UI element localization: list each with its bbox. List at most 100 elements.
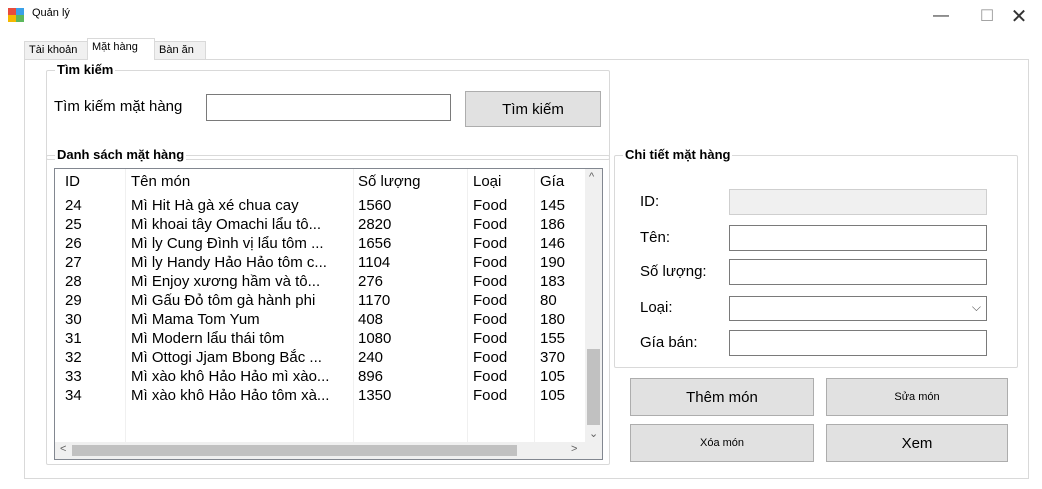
delete-item-button[interactable]: Xóa món — [630, 424, 814, 462]
table-row[interactable]: 26 Mì ly Cung Đình vị lẩu tôm ... 1656 F… — [55, 234, 587, 253]
view-items-button[interactable]: Xem — [826, 424, 1008, 462]
cell-id: 30 — [65, 311, 82, 328]
edit-item-button[interactable]: Sửa món — [826, 378, 1008, 416]
cell-quantity: 2820 — [358, 216, 392, 233]
type-select[interactable]: ⌵ — [729, 296, 987, 321]
cell-id: 34 — [65, 387, 82, 404]
cell-name: Mì Ottogi Jjam Bbong Bắc ... — [131, 349, 322, 366]
cell-type: Food — [473, 292, 508, 309]
column-header-price[interactable]: Gía — [540, 172, 585, 191]
cell-name: Mì Modern lẩu thái tôm — [131, 330, 285, 347]
id-field[interactable] — [729, 189, 987, 215]
cell-name: Mì Enjoy xương hầm và tô... — [131, 273, 321, 290]
cell-price: 146 — [540, 235, 566, 252]
column-header-quantity[interactable]: Số lượng — [358, 172, 468, 191]
cell-id: 28 — [65, 273, 82, 290]
cell-price: 186 — [540, 216, 566, 233]
cell-name: Mì ly Handy Hảo Hảo tôm c... — [131, 254, 327, 271]
list-group-title: Danh sách mặt hàng — [55, 147, 187, 162]
items-listview[interactable]: ID Tên món Số lượng Loại Gía 24 Mì Hit H… — [54, 168, 603, 460]
cell-id: 26 — [65, 235, 82, 252]
cell-price: 105 — [540, 387, 566, 404]
name-label: Tên: — [640, 229, 671, 246]
cell-price: 80 — [540, 292, 557, 309]
price-field[interactable] — [729, 330, 987, 356]
search-group-title: Tìm kiếm — [55, 62, 116, 77]
horizontal-scroll-thumb[interactable] — [72, 445, 517, 456]
table-row[interactable]: 27 Mì ly Handy Hảo Hảo tôm c... 1104 Foo… — [55, 253, 587, 272]
cell-quantity: 1104 — [358, 254, 391, 271]
cell-id: 33 — [65, 368, 82, 385]
cell-id: 31 — [65, 330, 82, 347]
table-row[interactable]: 31 Mì Modern lẩu thái tôm 1080 Food 155 — [55, 329, 587, 348]
cell-name: Mì khoai tây Omachi lẩu tô... — [131, 216, 322, 233]
cell-type: Food — [473, 368, 508, 385]
column-header-type[interactable]: Loại — [473, 172, 535, 191]
cell-quantity: 276 — [358, 273, 384, 290]
cell-name: Mì Hit Hà gà xé chua cay — [131, 197, 299, 214]
quantity-field[interactable] — [729, 259, 987, 285]
chevron-down-icon[interactable]: ⌵ — [972, 300, 981, 315]
price-label: Gía bán: — [640, 334, 698, 351]
cell-name: Mì xào khô Hảo Hảo tôm xà... — [131, 387, 330, 404]
list-header: ID Tên món Số lượng Loại Gía — [55, 172, 587, 191]
cell-price: 190 — [540, 254, 566, 271]
cell-type: Food — [473, 311, 508, 328]
cell-type: Food — [473, 349, 508, 366]
tab-mat-hang[interactable]: Mặt hàng — [87, 38, 155, 60]
scroll-right-icon[interactable]: > — [571, 443, 577, 455]
cell-quantity: 1656 — [358, 235, 392, 252]
cell-type: Food — [473, 235, 508, 252]
cell-name: Mì ly Cung Đình vị lẩu tôm ... — [131, 235, 324, 252]
column-header-name[interactable]: Tên món — [131, 172, 351, 191]
type-label: Loại: — [640, 299, 673, 316]
close-button[interactable]: ✕ — [996, 0, 1042, 32]
scroll-up-icon[interactable]: ^ — [589, 171, 594, 183]
cell-quantity: 1560 — [358, 197, 392, 214]
table-row[interactable]: 33 Mì xào khô Hảo Hảo mì xào... 896 Food… — [55, 367, 587, 386]
cell-type: Food — [473, 254, 508, 271]
minimize-button[interactable]: — — [918, 0, 964, 32]
window-title: Quản lý — [32, 7, 70, 19]
vertical-scrollbar[interactable]: ^ ⌄ — [585, 169, 602, 443]
horizontal-scrollbar[interactable]: < > — [55, 442, 587, 459]
add-item-button[interactable]: Thêm món — [630, 378, 814, 416]
search-input[interactable] — [206, 94, 451, 121]
cell-quantity: 896 — [358, 368, 384, 385]
cell-price: 145 — [540, 197, 566, 214]
table-row[interactable]: 29 Mì Gấu Đỏ tôm gà hành phi 1170 Food 8… — [55, 291, 587, 310]
table-row[interactable]: 30 Mì Mama Tom Yum 408 Food 180 — [55, 310, 587, 329]
cell-price: 105 — [540, 368, 566, 385]
vertical-scroll-thumb[interactable] — [587, 349, 600, 425]
cell-quantity: 1170 — [358, 292, 391, 309]
table-row[interactable]: 32 Mì Ottogi Jjam Bbong Bắc ... 240 Food… — [55, 348, 587, 367]
cell-quantity: 240 — [358, 349, 384, 366]
name-field[interactable] — [729, 225, 987, 251]
cell-id: 24 — [65, 197, 82, 214]
tab-ban-an[interactable]: Bàn ăn — [154, 41, 206, 59]
search-button[interactable]: Tìm kiếm — [465, 91, 601, 127]
cell-price: 155 — [540, 330, 566, 347]
cell-id: 27 — [65, 254, 82, 271]
cell-quantity: 1350 — [358, 387, 392, 404]
cell-type: Food — [473, 216, 508, 233]
cell-id: 29 — [65, 292, 82, 309]
cell-name: Mì Mama Tom Yum — [131, 311, 260, 328]
table-row[interactable]: 25 Mì khoai tây Omachi lẩu tô... 2820 Fo… — [55, 215, 587, 234]
table-row[interactable]: 28 Mì Enjoy xương hầm và tô... 276 Food … — [55, 272, 587, 291]
column-header-id[interactable]: ID — [65, 172, 120, 191]
scroll-down-icon[interactable]: ⌄ — [589, 427, 598, 440]
table-row[interactable]: 34 Mì xào khô Hảo Hảo tôm xà... 1350 Foo… — [55, 386, 587, 405]
cell-type: Food — [473, 387, 508, 404]
cell-type: Food — [473, 273, 508, 290]
table-row[interactable]: 24 Mì Hit Hà gà xé chua cay 1560 Food 14… — [55, 196, 587, 215]
cell-quantity: 408 — [358, 311, 384, 328]
scrollbar-corner — [585, 442, 602, 459]
cell-type: Food — [473, 197, 508, 214]
cell-type: Food — [473, 330, 508, 347]
tab-tai-khoan[interactable]: Tài khoản — [24, 41, 88, 59]
scroll-left-icon[interactable]: < — [60, 443, 66, 455]
cell-price: 370 — [540, 349, 566, 366]
cell-id: 32 — [65, 349, 82, 366]
id-label: ID: — [640, 193, 660, 210]
